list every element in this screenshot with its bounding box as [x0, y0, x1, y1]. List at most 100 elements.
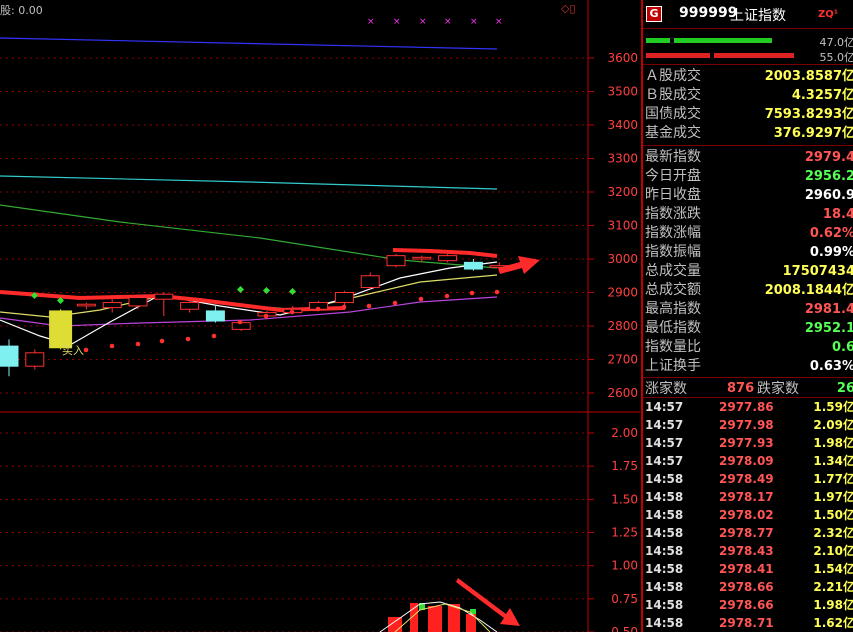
- tick-time: 14:58: [645, 472, 684, 486]
- tool-icons[interactable]: ◇▯: [561, 2, 576, 15]
- divider: [643, 64, 853, 65]
- tick-volume: 2.09亿: [813, 418, 853, 432]
- tick-volume: 2.21亿: [813, 580, 853, 594]
- quote-row: 基金成交 376.9297亿: [645, 124, 853, 143]
- tick-row[interactable]: 14:58 2978.77 2.32亿: [645, 524, 853, 542]
- quote-value: 2003.8587亿: [764, 69, 853, 84]
- tick-row[interactable]: 14:58 2978.43 2.10亿: [645, 542, 853, 560]
- candle-body: [386, 255, 406, 267]
- buy-annotation: 买入: [62, 344, 84, 357]
- price-tick-label: 2700: [607, 353, 638, 367]
- divider: [643, 145, 853, 146]
- price-axis: 3600 3500 3400 3300 3200 3100 3000 2900 2800 2700…: [588, 51, 638, 400]
- volume-bar-red: [714, 53, 794, 58]
- quote-row: 总成交量 17507434: [645, 262, 853, 281]
- tick-time: 14:58: [645, 562, 684, 576]
- tick-row[interactable]: 14:57 2978.09 1.34亿: [645, 452, 853, 470]
- tick-price: 2978.49: [719, 472, 774, 486]
- tick-price: 2977.86: [719, 400, 774, 414]
- indicator-tick-label: 1.50: [611, 492, 638, 506]
- tick-volume: 1.54亿: [813, 562, 853, 576]
- ma-cyan-line: [0, 175, 498, 190]
- tick-time: 14:58: [645, 490, 684, 504]
- tick-row[interactable]: 14:58 2978.17 1.97亿: [645, 488, 853, 506]
- quote-row: 指数涨跌 18.4: [645, 205, 853, 224]
- quote-row: 昨日收盘 2960.9: [645, 186, 853, 205]
- tick-volume: 1.77亿: [813, 472, 853, 486]
- upper-gridlines: [0, 57, 588, 394]
- volume-bar-green: [674, 38, 772, 43]
- quote-label: 最新指数: [645, 149, 701, 165]
- tick-volume: 1.98亿: [813, 436, 853, 450]
- quote-value: 2979.4: [804, 150, 853, 165]
- tick-time: 14:58: [645, 598, 684, 612]
- quote-label: 今日开盘: [645, 168, 701, 184]
- quote-value: 2952.1: [804, 321, 853, 336]
- tick-volume: 1.59亿: [813, 400, 853, 414]
- price-tick-label: 2900: [607, 286, 638, 300]
- quote-value: 2956.2: [804, 169, 853, 184]
- candle-body: [360, 275, 380, 288]
- quote-label: 最高指数: [645, 301, 701, 317]
- tick-row[interactable]: 14:58 2978.66 2.21亿: [645, 578, 853, 596]
- kline-chart[interactable]: 3600 3500 3400 3300 3200 3100 3000 2900 2800 2700…: [0, 0, 640, 632]
- price-tick-label: 2800: [607, 319, 638, 333]
- tick-row[interactable]: 14:57 2977.86 1.59亿: [645, 398, 853, 416]
- ma-purple-line: [0, 296, 498, 327]
- price-tick-label: 3100: [607, 219, 638, 233]
- candle: [334, 290, 354, 306]
- tick-price: 2977.98: [719, 418, 774, 432]
- svg-text:×: ×: [470, 17, 478, 27]
- tick-time: 14:58: [645, 508, 684, 522]
- indicator-tick-label: 0.75: [611, 592, 638, 606]
- arrow-down-right-icon: [456, 578, 520, 626]
- candle: [0, 339, 19, 377]
- ma-blue-line: [0, 37, 498, 50]
- candle-body: [102, 302, 122, 309]
- indicator-tick-label: 1.75: [611, 459, 638, 473]
- quote-row: 指数振幅 0.99%: [645, 243, 853, 262]
- quote-value: 2960.9: [804, 188, 853, 203]
- quote-label: 昨日收盘: [645, 187, 701, 203]
- quote-label: 基金成交: [645, 125, 701, 141]
- svg-text:×: ×: [367, 17, 375, 27]
- price-tick-label: 3300: [607, 152, 638, 166]
- quote-row: 最新指数 2979.4: [645, 148, 853, 167]
- quote-label: 指数涨幅: [645, 225, 701, 241]
- quote-label: 总成交量: [645, 263, 701, 279]
- candle: [386, 253, 406, 268]
- quote-value: 0.63%: [809, 359, 853, 374]
- quote-row: 今日开盘 2956.2: [645, 167, 853, 186]
- tick-row[interactable]: 14:57 2977.98 2.09亿: [645, 416, 853, 434]
- quote-row: 最高指数 2981.4: [645, 300, 853, 319]
- quote-panel: G 999999 上证指数 ZQ¹ 47.0亿 55.0亿 Ａ股成交 2003.8…: [641, 0, 853, 632]
- tick-volume: 1.50亿: [813, 508, 853, 522]
- tick-row[interactable]: 14:58 2978.41 1.54亿: [645, 560, 853, 578]
- quote-label: 国债成交: [645, 106, 701, 122]
- tick-row[interactable]: 14:58 2978.49 1.77亿: [645, 470, 853, 488]
- candle-body: [25, 352, 45, 367]
- quote-label: Ａ股成交: [645, 68, 701, 84]
- tick-row[interactable]: 14:58 2978.66 1.98亿: [645, 596, 853, 614]
- candle: [76, 302, 96, 310]
- tick-row[interactable]: 14:58 2978.71 1.62亿: [645, 614, 853, 632]
- svg-text:×: ×: [444, 17, 452, 27]
- quote-label: 指数量比: [645, 339, 701, 355]
- tick-time: 14:58: [645, 580, 684, 594]
- g-icon[interactable]: G: [646, 6, 662, 22]
- fall-count: 26: [836, 381, 853, 396]
- top-indicator-label: 股: 0.00: [0, 4, 43, 17]
- index-code: 999999: [679, 5, 738, 21]
- tick-volume: 1.62亿: [813, 616, 853, 630]
- tick-row[interactable]: 14:57 2977.93 1.98亿: [645, 434, 853, 452]
- zq-tag[interactable]: ZQ¹: [818, 9, 838, 20]
- indicator-tick-label: 0.50: [611, 625, 638, 632]
- quote-row: 国债成交 7593.8293亿: [645, 105, 853, 124]
- tick-time: 14:58: [645, 616, 684, 630]
- candle-body: [76, 303, 96, 307]
- quote-value: 18.4: [822, 207, 853, 222]
- quote-value: 7593.8293亿: [764, 107, 853, 122]
- chart-area[interactable]: 3600 3500 3400 3300 3200 3100 3000 2900 2800 2700…: [0, 0, 640, 632]
- magenta-x-markers: × × × × × ×: [367, 17, 503, 27]
- tick-row[interactable]: 14:58 2978.02 1.50亿: [645, 506, 853, 524]
